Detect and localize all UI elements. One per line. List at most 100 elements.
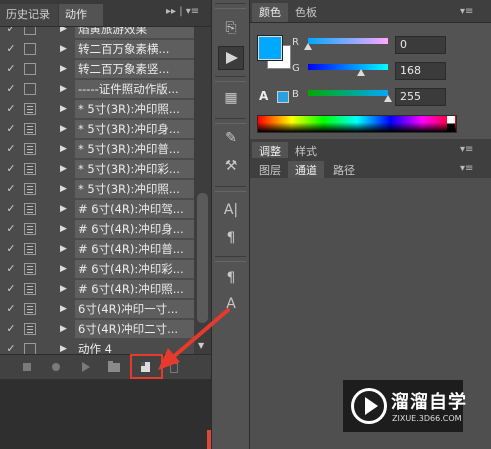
- action-row[interactable]: ✓ ▶ # 6寸(4R):冲印照...: [0, 279, 194, 299]
- expand-triangle-icon[interactable]: ▶: [60, 201, 67, 217]
- color-spectrum-ramp[interactable]: [257, 115, 457, 133]
- dialog-toggle-icon[interactable]: [24, 143, 36, 155]
- expand-triangle-icon[interactable]: ▶: [60, 161, 67, 177]
- actions-play-icon[interactable]: [218, 46, 244, 70]
- dialog-toggle-icon[interactable]: [24, 27, 36, 35]
- record-button[interactable]: [47, 358, 65, 376]
- checkmark-icon[interactable]: ✓: [4, 27, 18, 37]
- dialog-toggle-icon[interactable]: [24, 63, 36, 75]
- dialog-toggle-icon[interactable]: [24, 43, 36, 55]
- stop-recording-button[interactable]: [18, 358, 36, 376]
- action-row[interactable]: ✓ ▶ 转二百万象素竖...: [0, 59, 194, 79]
- checkmark-icon[interactable]: ✓: [4, 201, 18, 217]
- dialog-toggle-icon[interactable]: [24, 323, 36, 335]
- dialog-toggle-icon[interactable]: [24, 223, 36, 235]
- dialog-toggle-icon[interactable]: [24, 163, 36, 175]
- web-safe-color-swatch[interactable]: [277, 91, 289, 103]
- action-row[interactable]: ✓ ▶ * 5寸(3R):冲印照...: [0, 179, 194, 199]
- black-white-ramp[interactable]: [447, 116, 455, 131]
- tab-swatches[interactable]: 色板: [288, 3, 324, 22]
- channel-b-slider[interactable]: [308, 90, 392, 102]
- action-row[interactable]: ✓ ▶ 焰黄旅游效果: [0, 27, 194, 39]
- checkmark-icon[interactable]: ✓: [4, 41, 18, 57]
- history-icon[interactable]: ⎘: [218, 16, 244, 40]
- dialog-toggle-icon[interactable]: [24, 343, 36, 354]
- channel-g-input[interactable]: 168: [395, 62, 446, 80]
- expand-triangle-icon[interactable]: ▶: [60, 141, 67, 157]
- play-selection-button[interactable]: [76, 358, 94, 376]
- tab-color[interactable]: 颜色: [252, 3, 288, 22]
- expand-triangle-icon[interactable]: ▶: [60, 181, 67, 197]
- action-row[interactable]: ✓ ▶ # 6寸(4R):冲印驾...: [0, 199, 194, 219]
- dialog-toggle-icon[interactable]: [24, 83, 36, 95]
- foreground-color-swatch[interactable]: [258, 36, 282, 60]
- dialog-toggle-icon[interactable]: [24, 283, 36, 295]
- brush-presets-icon[interactable]: ⚒: [218, 154, 244, 178]
- channel-b-thumb[interactable]: [384, 95, 392, 102]
- checkmark-icon[interactable]: ✓: [4, 281, 18, 297]
- expand-triangle-icon[interactable]: ▶: [60, 41, 67, 57]
- channel-r-input[interactable]: 0: [395, 36, 446, 54]
- out-of-gamut-warning-icon[interactable]: A: [259, 89, 268, 103]
- channel-g-slider[interactable]: [308, 64, 388, 76]
- expand-triangle-icon[interactable]: ▶: [60, 61, 67, 77]
- dialog-toggle-icon[interactable]: [24, 183, 36, 195]
- brush-icon[interactable]: ✎: [218, 126, 244, 150]
- checkmark-icon[interactable]: ✓: [4, 301, 18, 317]
- new-set-folder-icon[interactable]: [105, 358, 123, 376]
- action-row[interactable]: ✓ ▶ # 6寸(4R):冲印身...: [0, 219, 194, 239]
- paragraph-styles-icon[interactable]: ¶: [218, 266, 244, 290]
- expand-triangle-icon[interactable]: ▶: [60, 261, 67, 277]
- dialog-toggle-icon[interactable]: [24, 303, 36, 315]
- action-row[interactable]: ✓ ▶ * 5寸(3R):冲印普...: [0, 139, 194, 159]
- strip-divider: [215, 76, 246, 82]
- character-icon[interactable]: A|: [218, 198, 244, 222]
- panel-menu-icon[interactable]: ▾≡: [460, 144, 473, 155]
- expand-triangle-icon[interactable]: ▶: [60, 81, 67, 97]
- expand-triangle-icon[interactable]: ▶: [60, 121, 67, 137]
- checkmark-icon[interactable]: ✓: [4, 341, 18, 354]
- action-row[interactable]: ✓ ▶ * 5寸(3R):冲印身...: [0, 119, 194, 139]
- panel-menu-icon[interactable]: ▾≡: [460, 163, 473, 174]
- dialog-toggle-icon[interactable]: [24, 203, 36, 215]
- checkmark-icon[interactable]: ✓: [4, 221, 18, 237]
- expand-triangle-icon[interactable]: ▶: [60, 241, 67, 257]
- info-panel-icon[interactable]: ▦: [218, 86, 244, 110]
- checkmark-icon[interactable]: ✓: [4, 161, 18, 177]
- checkmark-icon[interactable]: ✓: [4, 101, 18, 117]
- expand-triangle-icon[interactable]: ▶: [60, 27, 67, 37]
- action-row[interactable]: ✓ ▶ * 5寸(3R):冲印照...: [0, 99, 194, 119]
- channel-g-thumb[interactable]: [356, 69, 365, 76]
- checkmark-icon[interactable]: ✓: [4, 321, 18, 337]
- expand-triangle-icon[interactable]: ▶: [60, 281, 67, 297]
- checkmark-icon[interactable]: ✓: [4, 81, 18, 97]
- dialog-toggle-icon[interactable]: [24, 123, 36, 135]
- channel-r-slider[interactable]: [304, 38, 388, 50]
- expand-triangle-icon[interactable]: ▶: [60, 301, 67, 317]
- checkmark-icon[interactable]: ✓: [4, 121, 18, 137]
- channel-r-thumb[interactable]: [304, 43, 312, 50]
- action-row[interactable]: ✓ ▶ * 5寸(3R):冲印彩...: [0, 159, 194, 179]
- dialog-toggle-icon[interactable]: [24, 263, 36, 275]
- checkmark-icon[interactable]: ✓: [4, 241, 18, 257]
- dialog-toggle-icon[interactable]: [24, 103, 36, 115]
- checkmark-icon[interactable]: ✓: [4, 61, 18, 77]
- expand-triangle-icon[interactable]: ▶: [60, 101, 67, 117]
- expand-triangle-icon[interactable]: ▶: [60, 221, 67, 237]
- tab-history[interactable]: 历史记录: [0, 4, 58, 26]
- action-row[interactable]: ✓ ▶ # 6寸(4R):冲印彩...: [0, 259, 194, 279]
- checkmark-icon[interactable]: ✓: [4, 261, 18, 277]
- panel-menu-icon[interactable]: ▾≡: [460, 6, 473, 17]
- panel-controls[interactable]: ▸▸ | ▾≡: [166, 6, 199, 17]
- action-row[interactable]: ✓ ▶ 转二百万象素横...: [0, 39, 194, 59]
- action-row[interactable]: ✓ ▶ # 6寸(4R):冲印普...: [0, 239, 194, 259]
- checkmark-icon[interactable]: ✓: [4, 141, 18, 157]
- expand-triangle-icon[interactable]: ▶: [60, 341, 67, 354]
- channel-b-input[interactable]: 255: [395, 88, 446, 106]
- expand-triangle-icon[interactable]: ▶: [60, 321, 67, 337]
- tab-actions[interactable]: 动作: [59, 4, 103, 26]
- paragraph-icon[interactable]: ¶: [218, 226, 244, 250]
- action-row[interactable]: ✓ ▶ -----证件照动作版...: [0, 79, 194, 99]
- dialog-toggle-icon[interactable]: [24, 243, 36, 255]
- checkmark-icon[interactable]: ✓: [4, 181, 18, 197]
